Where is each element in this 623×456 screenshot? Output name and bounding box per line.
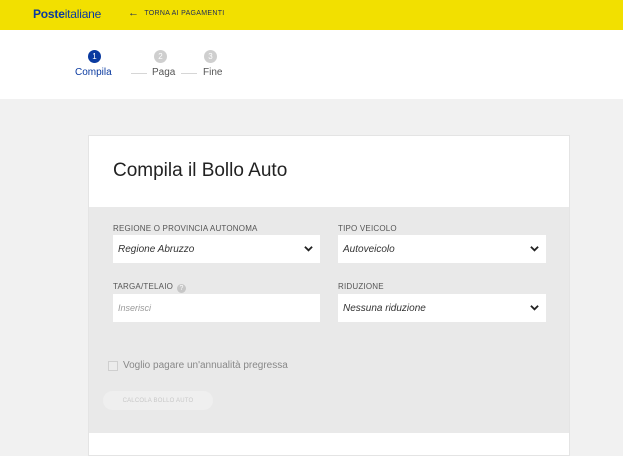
vehicle-type-select[interactable]: Autoveicolo [338,235,546,263]
region-value: Regione Abruzzo [118,243,195,255]
page-title: Compila il Bollo Auto [113,160,288,181]
logo-bold-text: Poste [33,7,65,21]
step-number-badge: 1 [88,50,101,63]
chevron-down-icon [530,246,539,252]
back-label: TORNA AI PAGAMENTI [144,9,225,17]
past-year-checkbox-label[interactable]: Voglio pagare un'annualità pregressa [123,360,288,371]
reduction-label: RIDUZIONE [338,282,384,291]
chevron-down-icon [304,246,313,252]
region-label: REGIONE O PROVINCIA AUTONOMA [113,224,258,233]
plate-label-text: TARGA/TELAIO [113,282,174,291]
step-label-paga: Paga [152,67,176,78]
arrow-left-icon: ← [128,7,140,19]
reduction-value: Nessuna riduzione [343,302,426,314]
step-separator [131,73,147,74]
back-to-payments-link[interactable]: ← TORNA AI PAGAMENTI [128,7,225,19]
step-fine: 3 [204,50,217,63]
vehicle-type-value: Autoveicolo [343,243,395,255]
bollo-auto-card: Compila il Bollo Auto REGIONE O PROVINCI… [88,135,570,456]
top-bar: Posteitaliane ← TORNA AI PAGAMENTI [0,0,623,30]
help-icon[interactable]: ? [177,284,187,293]
past-year-checkbox[interactable] [108,361,118,371]
calculate-bollo-button[interactable]: CALCOLA BOLLO AUTO [103,391,213,410]
chevron-down-icon [530,305,539,311]
reduction-select[interactable]: Nessuna riduzione [338,294,546,322]
step-compila: 1 [88,50,101,63]
step-paga: 2 [154,50,167,63]
bollo-auto-form: REGIONE O PROVINCIA AUTONOMA Regione Abr… [89,207,569,433]
step-label-fine: Fine [203,67,223,78]
plate-input[interactable]: Inserisci [113,294,320,322]
step-number-badge: 2 [154,50,167,63]
logo-light-text: italiane [64,7,102,21]
step-label-compila: Compila [75,67,112,78]
plate-label: TARGA/TELAIO? [113,282,187,293]
vehicle-type-label: TIPO VEICOLO [338,224,397,233]
poste-italiane-logo[interactable]: Posteitaliane [33,7,101,21]
progress-steps [0,30,623,99]
region-select[interactable]: Regione Abruzzo [113,235,320,263]
step-number-badge: 3 [204,50,217,63]
plate-placeholder: Inserisci [118,303,152,313]
step-separator [181,73,197,74]
